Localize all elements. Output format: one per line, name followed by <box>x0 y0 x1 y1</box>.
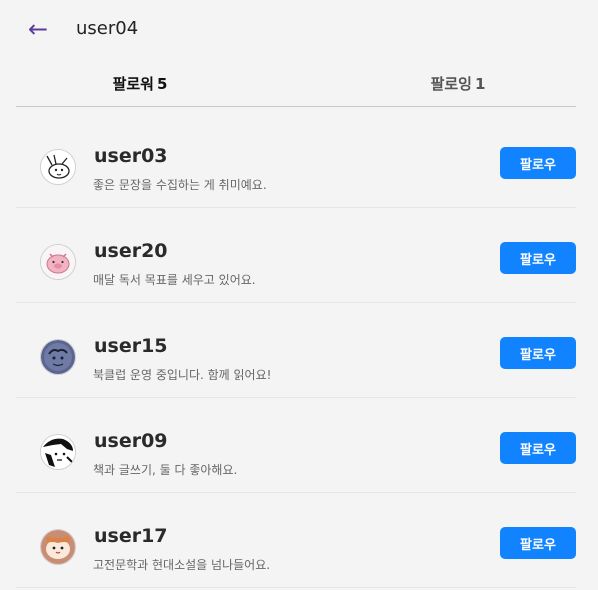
list-item: user03 좋은 문장을 수집하는 게 취미예요. 팔로우 <box>16 113 576 208</box>
user-list: user03 좋은 문장을 수집하는 게 취미예요. 팔로우 user20 매달… <box>16 113 576 588</box>
tab-label: 팔로잉 <box>430 75 472 93</box>
username[interactable]: user03 <box>94 145 168 167</box>
tab-bar: 팔로워 5 팔로잉 1 <box>16 60 576 107</box>
dark-blue-sketch-icon <box>41 340 75 374</box>
follow-button[interactable]: 팔로우 <box>500 147 576 179</box>
list-item: user20 매달 독서 목표를 세우고 있어요. 팔로우 <box>16 208 576 303</box>
user-bio: 북클럽 운영 중입니다. 함께 읽어요! <box>93 368 272 382</box>
follow-button[interactable]: 팔로우 <box>500 432 576 464</box>
username[interactable]: user17 <box>94 525 168 547</box>
avatar[interactable] <box>40 244 76 280</box>
tab-following[interactable]: 팔로잉 1 <box>318 73 598 94</box>
follow-button[interactable]: 팔로우 <box>500 242 576 274</box>
list-item: user15 북클럽 운영 중입니다. 함께 읽어요! 팔로우 <box>16 303 576 398</box>
user-bio: 매달 독서 목표를 세우고 있어요. <box>93 273 256 287</box>
arrow-left-icon[interactable]: ← <box>28 16 54 42</box>
username[interactable]: user15 <box>94 335 168 357</box>
tab-count: 1 <box>474 75 486 93</box>
tab-followers[interactable]: 팔로워 5 <box>0 73 280 94</box>
list-item: user17 고전문학과 현대소설을 넘나들어요. 팔로우 <box>16 493 576 588</box>
page-title: user04 <box>76 18 139 39</box>
follow-list-page: ← user04 팔로워 5 팔로잉 1 user03 좋은 문장을 수집하는 … <box>0 0 598 590</box>
user-bio: 좋은 문장을 수집하는 게 취미예요. <box>93 178 267 192</box>
tab-label: 팔로워 <box>112 75 154 93</box>
rabbit-sketch-icon <box>41 150 75 184</box>
black-white-manga-icon <box>41 435 75 469</box>
follow-button[interactable]: 팔로우 <box>500 337 576 369</box>
pink-pig-icon <box>41 245 75 279</box>
avatar[interactable] <box>40 149 76 185</box>
avatar[interactable] <box>40 434 76 470</box>
tab-count: 5 <box>156 75 168 93</box>
user-bio: 고전문학과 현대소설을 넘나들어요. <box>93 558 271 572</box>
header: ← user04 <box>0 0 598 60</box>
avatar[interactable] <box>40 529 76 565</box>
username[interactable]: user20 <box>94 240 168 262</box>
list-item: user09 책과 글쓰기, 둘 다 좋아해요. 팔로우 <box>16 398 576 493</box>
avatar[interactable] <box>40 339 76 375</box>
username[interactable]: user09 <box>94 430 168 452</box>
follow-button[interactable]: 팔로우 <box>500 527 576 559</box>
user-bio: 책과 글쓰기, 둘 다 좋아해요. <box>93 463 238 477</box>
hamster-icon <box>41 530 75 564</box>
